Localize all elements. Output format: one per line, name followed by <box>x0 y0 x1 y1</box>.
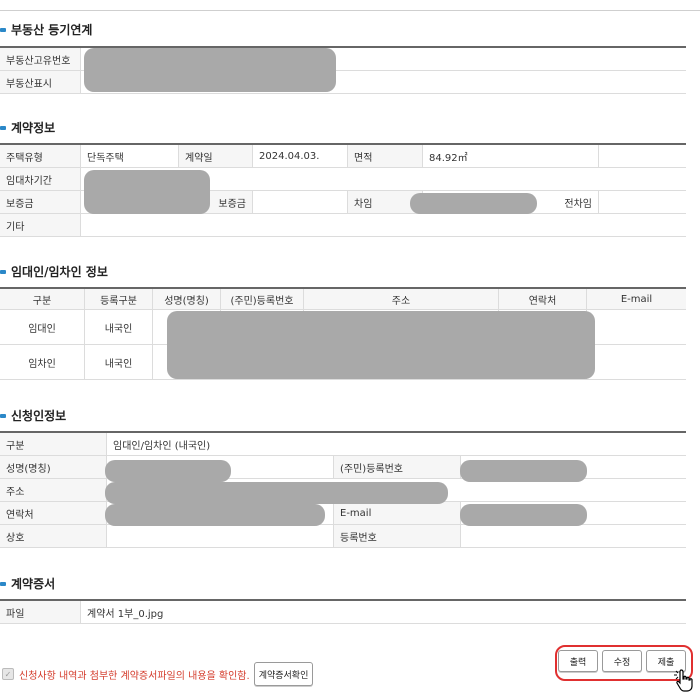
col-header: 등록구분 <box>84 287 153 310</box>
section-title-text: 계약증서 <box>11 577 56 591</box>
label-property-display: 부동산표시 <box>0 70 81 94</box>
section-bullet-icon <box>0 413 6 418</box>
redacted-block <box>410 193 537 214</box>
value-housing-type: 단독주택 <box>80 143 179 168</box>
label-address: 주소 <box>0 478 107 502</box>
col-header: 주소 <box>303 287 499 310</box>
label-contact: 연락처 <box>0 501 107 525</box>
value-sublease-rent <box>598 190 686 214</box>
value-bizno <box>460 524 686 548</box>
redacted-block <box>105 460 231 482</box>
parties-header-row: 구분 등록구분 성명(명칭) (주민)등록번호 주소 연락처 E-mail <box>0 287 686 310</box>
redacted-block <box>167 311 595 379</box>
section-bullet-icon <box>0 581 6 586</box>
section-title-text: 부동산 등기연계 <box>11 23 93 37</box>
cell-party-reg: 내국인 <box>84 309 153 345</box>
value-company <box>106 524 334 548</box>
redacted-block <box>84 170 210 214</box>
section-title-text: 임대인/임차인 정보 <box>11 265 108 279</box>
redacted-block <box>105 504 325 526</box>
label-deposit: 보증금 <box>0 190 81 214</box>
section-bullet-icon <box>0 125 6 130</box>
view-certificate-button[interactable]: 계약증서확인 <box>253 662 314 686</box>
label-company: 상호 <box>0 524 107 548</box>
label-bizno: 등록번호 <box>333 524 461 548</box>
label-area: 면적 <box>347 143 423 168</box>
redacted-block <box>460 460 587 482</box>
top-border <box>0 0 700 11</box>
value-deposit-2 <box>252 190 348 214</box>
contract-row1-spacer <box>598 143 686 168</box>
label-email: E-mail <box>333 501 461 525</box>
section-title-text: 계약정보 <box>11 121 56 135</box>
col-header: 성명(명칭) <box>152 287 221 310</box>
value-area: 84.92㎡ <box>422 143 599 168</box>
value-etc <box>80 213 686 237</box>
cell-party-type: 임차인 <box>0 344 85 380</box>
redacted-block <box>460 504 587 526</box>
col-header: 연락처 <box>498 287 587 310</box>
section-bullet-icon <box>0 269 6 274</box>
section-title-parties: 임대인/임차인 정보 <box>0 263 108 280</box>
hand-cursor-icon <box>674 669 693 692</box>
value-category: 임대인/임차인 (내국인) <box>106 431 686 456</box>
cell-party-reg: 내국인 <box>84 344 153 380</box>
label-etc: 기타 <box>0 213 81 237</box>
section-title-certificate: 계약증서 <box>0 575 55 592</box>
redacted-block <box>84 48 336 92</box>
label-housing-type: 주택유형 <box>0 143 81 168</box>
label-regno: (주민)등록번호 <box>333 455 461 479</box>
section-title-registry: 부동산 등기연계 <box>0 21 92 38</box>
section-bullet-icon <box>0 27 6 32</box>
label-category: 구분 <box>0 431 107 456</box>
certificate-table: 파일 계약서 1부_0.jpg <box>0 599 686 624</box>
label-property-id: 부동산고유번호 <box>0 46 81 71</box>
label-name: 성명(명칭) <box>0 455 107 479</box>
cell-party-type: 임대인 <box>0 309 85 345</box>
col-header: (주민)등록번호 <box>220 287 304 310</box>
confirm-row: ✓ 신청사항 내역과 첨부한 계약증서파일의 내용을 확인함. 계약증서확인 <box>2 662 314 686</box>
label-file: 파일 <box>0 599 81 624</box>
confirm-checkbox[interactable]: ✓ <box>2 668 14 680</box>
redacted-block <box>105 482 448 504</box>
section-title-contract: 계약정보 <box>0 119 55 136</box>
value-contract-date: 2024.04.03. <box>252 143 348 168</box>
col-header: E-mail <box>586 287 686 310</box>
section-title-applicant: 신청인정보 <box>0 407 66 424</box>
label-contract-date: 계약일 <box>178 143 253 168</box>
section-title-text: 신청인정보 <box>11 409 67 423</box>
cell <box>586 309 686 345</box>
value-file[interactable]: 계약서 1부_0.jpg <box>80 599 686 624</box>
col-header: 구분 <box>0 287 85 310</box>
label-lease-period: 임대차기간 <box>0 167 81 191</box>
cell <box>586 344 686 380</box>
confirm-text: 신청사항 내역과 첨부한 계약증서파일의 내용을 확인함. <box>19 670 250 682</box>
